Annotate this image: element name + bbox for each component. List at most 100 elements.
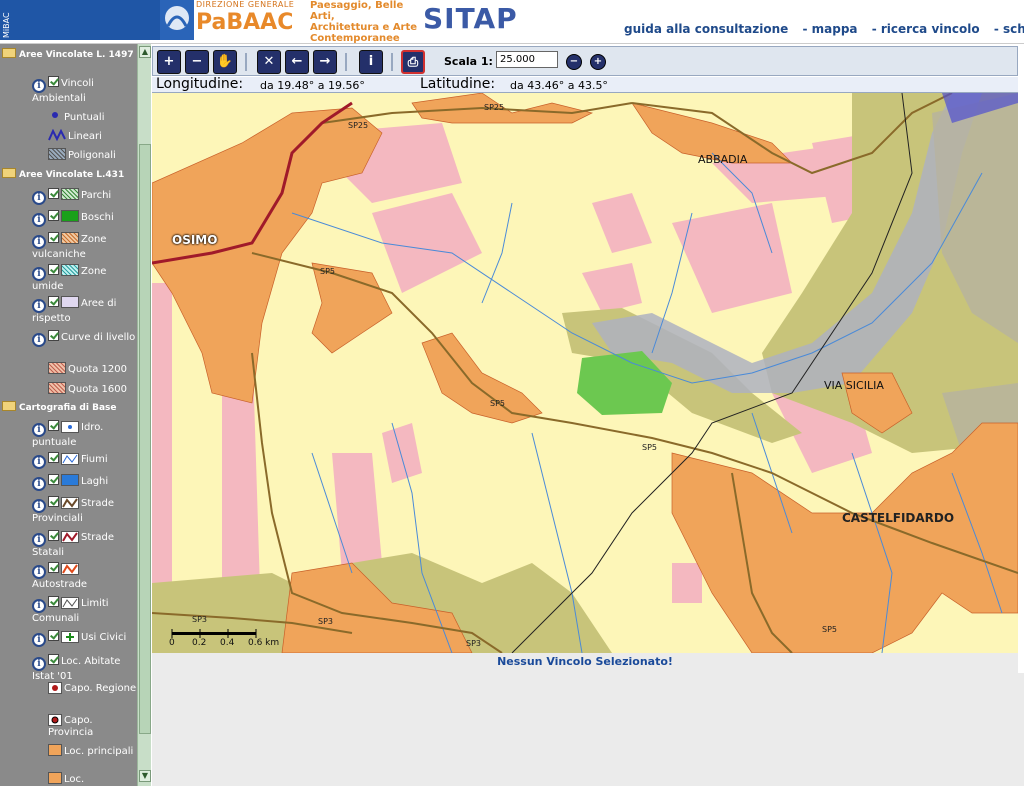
section-cartografia[interactable]: Cartografia di Base xyxy=(2,401,117,413)
layer-aree-rispetto: i Aree di rispetto xyxy=(32,296,136,325)
longitude-label: Longitudine: xyxy=(156,76,244,92)
info-icon[interactable]: i xyxy=(32,235,46,249)
status-message: Nessun Vincolo Selezionato! xyxy=(152,653,1018,673)
sub-capo-regione: Capo. Regione xyxy=(48,682,136,695)
sub-quota-1200: Quota 1200 xyxy=(48,362,127,376)
coordinates-bar: Longitudine: da 19.48° a 19.56° Latitudi… xyxy=(152,77,1018,93)
road-label: SP5 xyxy=(822,625,837,634)
header: MiBAC DIREZIONE GENERALE PaBAAC Paesaggi… xyxy=(0,0,1024,44)
provinciali-swatch xyxy=(61,497,79,509)
capo-regione-swatch xyxy=(48,682,62,694)
subtitle-line: Paesaggio, Belle Arti, xyxy=(310,0,404,22)
layer-checkbox[interactable] xyxy=(48,188,59,199)
info-icon[interactable]: i xyxy=(32,267,46,281)
direzione-label: DIREZIONE GENERALE xyxy=(196,0,295,9)
zoom-out-icon[interactable]: − xyxy=(185,50,209,74)
nav-mappa[interactable]: - mappa xyxy=(802,22,857,36)
full-extent-icon[interactable]: ✕ xyxy=(257,50,281,74)
layer-checkbox[interactable] xyxy=(48,76,59,87)
road-label: SP3 xyxy=(318,617,333,626)
laghi-swatch xyxy=(61,474,79,486)
section-l1497[interactable]: Aree Vincolate L. 1497 xyxy=(2,48,134,60)
zoom-minus-ball-icon[interactable]: − xyxy=(566,54,582,70)
info-icon[interactable]: i xyxy=(32,333,46,347)
info-icon[interactable]: i xyxy=(32,423,46,437)
pabaac-subtitle: Paesaggio, Belle Arti, Architettura e Ar… xyxy=(310,0,420,44)
road-label: SP5 xyxy=(320,267,335,276)
map-right-edge xyxy=(1018,44,1024,654)
map-canvas[interactable]: OSIMO ABBADIA VIA SICILIA CASTELFIDARDO … xyxy=(152,93,1018,653)
section-l431[interactable]: Aree Vincolate L.431 xyxy=(2,168,124,180)
rispetto-swatch xyxy=(61,296,79,308)
info-icon[interactable]: i xyxy=(32,455,46,469)
zoom-plus-ball-icon[interactable]: + xyxy=(590,54,606,70)
sub-loc: Loc. xyxy=(48,772,84,786)
info-icon[interactable]: i xyxy=(32,657,46,671)
quota-swatch xyxy=(48,362,66,374)
layer-checkbox[interactable] xyxy=(48,232,59,243)
layer-checkbox[interactable] xyxy=(48,596,59,607)
info-icon[interactable]: i xyxy=(32,299,46,313)
scale-input[interactable] xyxy=(496,51,558,68)
autostrade-swatch xyxy=(61,563,79,575)
umide-swatch xyxy=(61,264,79,276)
sub-capo-provincia: Capo. Provincia xyxy=(48,714,137,739)
scroll-down-icon[interactable]: ▼ xyxy=(139,770,151,782)
layer-checkbox[interactable] xyxy=(48,264,59,275)
info-icon[interactable]: i xyxy=(32,499,46,513)
layer-checkbox[interactable] xyxy=(48,530,59,541)
sub-label: Quota 1200 xyxy=(68,364,128,375)
folder-icon xyxy=(2,48,16,58)
place-label: VIA SICILIA xyxy=(824,379,884,392)
layer-sidebar: Aree Vincolate L. 1497 i Vincoli Ambienta… xyxy=(0,44,137,786)
road-label: SP5 xyxy=(490,399,505,408)
nav-guida[interactable]: guida alla consultazione xyxy=(624,22,788,36)
info-icon[interactable]: i xyxy=(32,213,46,227)
layer-checkbox[interactable] xyxy=(48,296,59,307)
forward-arrow-icon[interactable]: → xyxy=(313,50,337,74)
layer-checkbox[interactable] xyxy=(48,210,59,221)
info-icon[interactable]: i xyxy=(32,599,46,613)
info-icon[interactable]: i xyxy=(32,533,46,547)
layer-checkbox[interactable] xyxy=(48,654,59,665)
limiti-swatch xyxy=(61,597,79,609)
nav-ricerca-vincolo[interactable]: - ricerca vincolo xyxy=(872,22,980,36)
layer-vincoli-ambientali: i Vincoli Ambientali xyxy=(32,76,136,105)
pan-hand-icon[interactable]: ✋ xyxy=(213,50,237,74)
vulcaniche-swatch xyxy=(61,232,79,244)
layer-curve-livello: i Curve di livello xyxy=(32,330,136,347)
nav-scheda[interactable]: - scheda d xyxy=(994,22,1024,36)
scroll-up-icon[interactable]: ▲ xyxy=(139,46,151,58)
layer-checkbox[interactable] xyxy=(48,420,59,431)
layer-label: Laghi xyxy=(81,476,109,487)
sub-loc-principali: Loc. principali xyxy=(48,744,133,758)
layer-laghi: i Laghi xyxy=(32,474,136,491)
layer-checkbox[interactable] xyxy=(48,452,59,463)
info-icon[interactable]: i xyxy=(32,191,46,205)
info-icon[interactable]: i xyxy=(32,477,46,491)
sidebar-scrollbar[interactable]: ▲ ▼ xyxy=(137,44,151,786)
idro-swatch xyxy=(61,421,79,433)
layer-checkbox[interactable] xyxy=(48,330,59,341)
road-label: SP25 xyxy=(484,103,505,112)
toolbar-divider xyxy=(245,53,247,71)
pabaac-logo: PaBAAC xyxy=(196,10,294,35)
layer-checkbox[interactable] xyxy=(48,562,59,573)
back-arrow-icon[interactable]: ← xyxy=(285,50,309,74)
map-toolbar: + − ✋ ✕ ← → i ⎙ xyxy=(152,46,1018,76)
info-icon[interactable]: i xyxy=(32,79,46,93)
scroll-thumb[interactable] xyxy=(139,144,151,734)
layer-label: Usi Civici xyxy=(81,632,127,643)
zoom-in-icon[interactable]: + xyxy=(157,50,181,74)
layer-autostrade: iAutostrade xyxy=(32,562,136,591)
info-tool-icon[interactable]: i xyxy=(359,50,383,74)
section-title: Aree Vincolate L. 1497 xyxy=(19,50,134,60)
info-icon[interactable]: i xyxy=(32,565,46,579)
layer-checkbox[interactable] xyxy=(48,630,59,641)
folder-icon xyxy=(2,401,16,411)
info-icon[interactable]: i xyxy=(32,633,46,647)
layer-checkbox[interactable] xyxy=(48,496,59,507)
mibac-logo-strip: MiBAC xyxy=(0,0,160,40)
print-icon[interactable]: ⎙ xyxy=(401,50,425,74)
layer-checkbox[interactable] xyxy=(48,474,59,485)
